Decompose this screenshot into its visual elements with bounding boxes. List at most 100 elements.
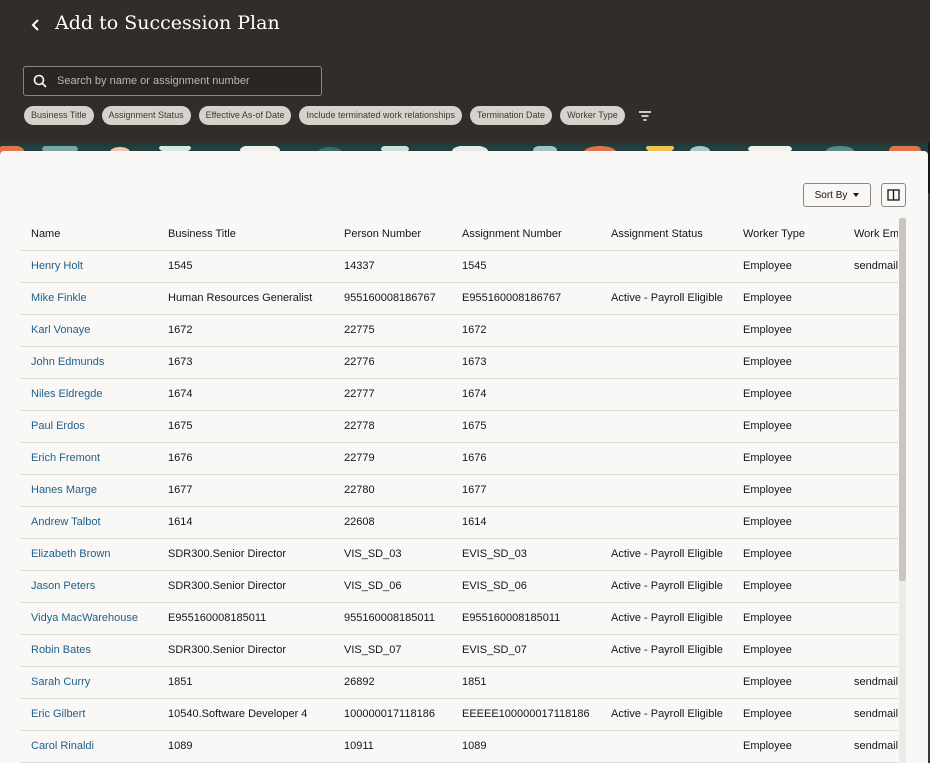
person-name-link[interactable]: Sarah Curry [31, 666, 161, 698]
filter-chip-effective-date[interactable]: Effective As-of Date [198, 106, 292, 125]
filter-chip-worker-type[interactable]: Worker Type [560, 106, 625, 125]
table-row[interactable]: Jason Peters SDR300.Senior Director VIS_SD… [20, 570, 898, 603]
person-name-link[interactable]: Paul Erdos [31, 410, 161, 442]
table-cell-status [611, 474, 736, 506]
table-row[interactable]: Robin Bates SDR300.Senior Director VIS_SD_… [20, 634, 898, 667]
table-cell-type: Employee [743, 452, 792, 464]
table-cell-type: Employee [743, 740, 792, 752]
column-header-worker-type[interactable]: Worker Type [743, 218, 848, 250]
table-cell-person: VIS_SD_07 [344, 644, 402, 656]
page-header: Add to Succession Plan Business Title As… [0, 0, 930, 143]
table-cell-email [854, 570, 898, 602]
table-cell-status: Active - Payroll Eligible [611, 644, 723, 656]
person-name-link[interactable]: Eric Gilbert [31, 698, 161, 730]
table-row[interactable]: Erich Fremont 1676 22779 1676 Employee [20, 442, 898, 475]
columns-icon [887, 189, 900, 201]
filter-chip-assignment-status[interactable]: Assignment Status [101, 106, 191, 125]
person-name-link[interactable]: Henry Holt [31, 250, 161, 282]
vertical-scrollbar[interactable] [899, 218, 906, 763]
person-name-link[interactable]: Andrew Talbot [31, 506, 161, 538]
table-cell-person: 22777 [344, 388, 375, 400]
table-row[interactable]: Elizabeth Brown SDR300.Senior Director VIS… [20, 538, 898, 571]
table-cell-assignment: 1089 [462, 740, 487, 752]
person-name-link[interactable]: John Edmunds [31, 346, 161, 378]
table-cell-assignment: EEEEE100000017118186 [462, 708, 590, 720]
table-cell-email [854, 314, 898, 346]
column-header-assignment-status[interactable]: Assignment Status [611, 218, 736, 250]
table-cell-email [854, 634, 898, 666]
table-cell-status [611, 346, 736, 378]
person-name-link[interactable]: Robin Bates [31, 634, 161, 666]
table-cell-person: 100000017118186 [344, 708, 435, 720]
table-row[interactable]: Eric Gilbert 10540.Software Developer 4 10… [20, 698, 898, 731]
table-cell-type: Employee [743, 260, 792, 272]
scrollbar-thumb[interactable] [899, 218, 906, 581]
table-row[interactable]: Mike Finkle Human Resources Generalist 955… [20, 282, 898, 315]
table-cell-email [854, 602, 898, 634]
table-cell-email [854, 506, 898, 538]
results-table: Name Business Title Person Number Assign… [20, 218, 898, 763]
search-input[interactable] [55, 74, 319, 88]
table-row[interactable]: Paul Erdos 1675 22778 1675 Employee [20, 410, 898, 443]
table-cell-type: Employee [743, 484, 792, 496]
table-cell-status [611, 666, 736, 698]
table-cell-assignment: EVIS_SD_06 [462, 580, 527, 592]
filter-chip-business-title[interactable]: Business Title [24, 106, 94, 125]
column-layout-button[interactable] [881, 183, 906, 207]
person-name-link[interactable]: Mike Finkle [31, 282, 161, 314]
table-cell-person: 22779 [344, 452, 375, 464]
person-name-link[interactable]: Karl Vonaye [31, 314, 161, 346]
table-cell-title: 1673 [168, 356, 193, 368]
column-header-name[interactable]: Name [31, 218, 161, 250]
table-cell-status: Active - Payroll Eligible [611, 708, 723, 720]
filter-icon[interactable] [637, 109, 653, 123]
person-name-link[interactable]: Elizabeth Brown [31, 538, 161, 570]
column-header-assignment-number[interactable]: Assignment Number [462, 218, 604, 250]
table-cell-status [611, 410, 736, 442]
table-cell-person: 10911 [344, 740, 374, 752]
table-cell-title: 1614 [168, 516, 193, 528]
table-row[interactable]: Hanes Marge 1677 22780 1677 Employee [20, 474, 898, 507]
search-box[interactable] [23, 66, 322, 96]
table-cell-person: 22776 [344, 356, 375, 368]
column-header-business-title[interactable]: Business Title [168, 218, 338, 250]
table-row[interactable]: Vidya MacWarehouse E955160008185011 955160… [20, 602, 898, 635]
sort-by-button[interactable]: Sort By [803, 183, 871, 207]
table-cell-person: 14337 [344, 260, 375, 272]
sort-by-label: Sort By [814, 189, 848, 201]
person-name-link[interactable]: Carol Rinaldi [31, 730, 161, 762]
results-panel: Sort By Name Business Title Person Numbe… [0, 151, 928, 763]
table-cell-assignment: 1851 [462, 676, 487, 688]
table-row[interactable]: Carol Rinaldi 1089 10911 1089 Employee sendma… [20, 730, 898, 763]
back-button[interactable] [26, 14, 46, 36]
person-name-link[interactable]: Jason Peters [31, 570, 161, 602]
person-name-link[interactable]: Hanes Marge [31, 474, 161, 506]
table-cell-type: Employee [743, 676, 792, 688]
table-cell-title: 1545 [168, 260, 193, 272]
filter-chip-termination-date[interactable]: Termination Date [470, 106, 553, 125]
table-cell-title: 1674 [168, 388, 193, 400]
table-cell-title: E955160008185011 [168, 612, 267, 624]
column-header-person-number[interactable]: Person Number [344, 218, 456, 250]
table-row[interactable]: Niles Eldregde 1674 22777 1674 Employee [20, 378, 898, 411]
table-row[interactable]: Henry Holt 1545 14337 1545 Employee sendmail [20, 250, 898, 283]
column-header-work-email[interactable]: Work Em [854, 218, 898, 250]
table-row[interactable]: John Edmunds 1673 22776 1673 Employee [20, 346, 898, 379]
person-name-link[interactable]: Niles Eldregde [31, 378, 161, 410]
table-row[interactable]: Karl Vonaye 1672 22775 1672 Employee [20, 314, 898, 347]
table-row[interactable]: Andrew Talbot 1614 22608 1614 Employee [20, 506, 898, 539]
table-cell-email [854, 474, 898, 506]
table-cell-type: Employee [743, 356, 792, 368]
table-cell-title: 1676 [168, 452, 193, 464]
table-cell-assignment: 1676 [462, 452, 487, 464]
table-cell-type: Employee [743, 324, 792, 336]
filter-chip-include-terminated[interactable]: Include terminated work relationships [299, 106, 463, 125]
table-cell-status: Active - Payroll Eligible [611, 580, 723, 592]
person-name-link[interactable]: Vidya MacWarehouse [31, 602, 161, 634]
table-cell-title: Human Resources Generalist [168, 292, 313, 304]
person-name-link[interactable]: Erich Fremont [31, 442, 161, 474]
page-title: Add to Succession Plan [55, 12, 280, 34]
table-cell-title: SDR300.Senior Director [168, 644, 286, 656]
table-row[interactable]: Sarah Curry 1851 26892 1851 Employee sendmail [20, 666, 898, 699]
table-cell-assignment: 1672 [462, 324, 487, 336]
